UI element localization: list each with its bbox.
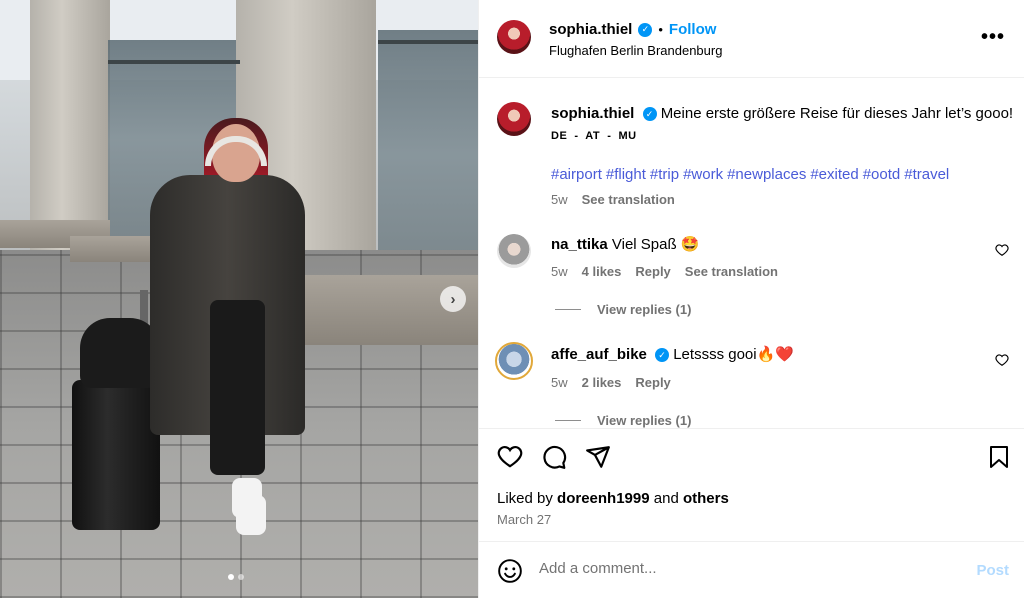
reply-button[interactable]: Reply <box>635 375 670 390</box>
hashtag-link[interactable]: #exited <box>810 166 858 183</box>
carousel-dots <box>228 574 244 580</box>
see-translation-link[interactable]: See translation <box>582 192 675 207</box>
shoe <box>236 495 266 535</box>
comment-text: Letssss gooi🔥❤️ <box>673 346 794 363</box>
comment-likes[interactable]: 2 likes <box>582 375 622 390</box>
view-replies-label: View replies (1) <box>597 413 692 428</box>
comment-age: 5w <box>551 375 568 390</box>
comment-author-avatar[interactable] <box>495 342 533 380</box>
caption-subline: DE - AT - MU <box>551 130 637 142</box>
comments-list[interactable]: sophia.thiel ✓ Meine erste größere Reise… <box>479 78 1024 428</box>
chevron-right-icon: › <box>450 290 456 308</box>
verified-badge-icon: ✓ <box>638 22 653 37</box>
caption-author-avatar[interactable] <box>497 102 531 136</box>
concrete-pillar <box>30 0 110 250</box>
carousel-dot <box>238 574 244 580</box>
view-replies-label: View replies (1) <box>597 302 692 317</box>
duffel-bag <box>80 318 160 388</box>
follow-button[interactable]: Follow <box>669 21 717 38</box>
liked-by-others[interactable]: others <box>683 490 729 507</box>
railing <box>108 60 240 64</box>
hashtag-link[interactable]: #travel <box>904 166 949 183</box>
comment-author-avatar[interactable] <box>497 234 531 268</box>
view-replies-button[interactable]: View replies (1) <box>555 413 1024 428</box>
reply-button[interactable]: Reply <box>635 264 670 279</box>
post-location[interactable]: Flughafen Berlin Brandenburg <box>549 43 722 58</box>
add-comment-bar: Post <box>479 541 1024 598</box>
hashtag-link[interactable]: #flight <box>606 166 646 183</box>
like-heart-icon[interactable] <box>497 444 523 470</box>
post-header: sophia.thiel ✓ • Follow Flughafen Berlin… <box>479 0 1024 78</box>
caption-author-username[interactable]: sophia.thiel <box>551 105 634 122</box>
post-comment-button[interactable]: Post <box>976 562 1009 579</box>
glass-facade <box>378 30 478 280</box>
hashtag-link[interactable]: #trip <box>650 166 679 183</box>
comment-text: Viel Spaß 🤩 <box>611 236 700 253</box>
view-replies-button[interactable]: View replies (1) <box>555 302 1024 317</box>
comment-input[interactable] <box>539 560 939 577</box>
carousel-next-button[interactable]: › <box>440 286 466 312</box>
comment-author-username[interactable]: affe_auf_bike <box>551 346 647 363</box>
like-comment-heart-icon[interactable] <box>995 243 1009 257</box>
verified-badge-icon: ✓ <box>655 348 670 363</box>
caption-text: Meine erste größere Reise für dieses Jah… <box>660 105 1014 122</box>
liked-by-prefix: Liked by <box>497 490 553 507</box>
comment-age: 5w <box>551 264 568 279</box>
like-comment-heart-icon[interactable] <box>995 353 1009 367</box>
save-bookmark-icon[interactable] <box>987 444 1011 470</box>
hashtag-link[interactable]: #ootd <box>863 166 901 183</box>
post-photo[interactable]: › <box>0 0 478 598</box>
railing <box>378 40 478 44</box>
see-translation-link[interactable]: See translation <box>685 264 778 279</box>
suitcase <box>72 380 160 530</box>
separator-dot: • <box>658 22 663 37</box>
author-avatar[interactable] <box>497 20 531 54</box>
comment-likes[interactable]: 4 likes <box>582 264 622 279</box>
hashtag-link[interactable]: #newplaces <box>727 166 806 183</box>
more-options-icon[interactable]: ••• <box>981 26 1005 49</box>
verified-badge-icon: ✓ <box>642 107 657 122</box>
post-date[interactable]: March 27 <box>497 512 551 527</box>
liked-by-and: and <box>653 490 679 507</box>
replies-line <box>555 420 581 421</box>
carousel-dot-active <box>228 574 234 580</box>
caption-hashtags: #airport #flight #trip #work #newplaces #exit… <box>551 166 1011 183</box>
caption-age: 5w <box>551 192 568 207</box>
author-username[interactable]: sophia.thiel <box>549 21 632 38</box>
hashtag-link[interactable]: #airport <box>551 166 602 183</box>
replies-line <box>555 309 581 310</box>
share-paper-plane-icon[interactable] <box>585 444 611 470</box>
liked-by: Liked by doreenh1999 and others <box>497 490 729 507</box>
post-actions: Liked by doreenh1999 and others March 27 <box>479 428 1024 541</box>
post-details-panel: sophia.thiel ✓ • Follow Flughafen Berlin… <box>478 0 1024 598</box>
hashtag-link[interactable]: #work <box>683 166 723 183</box>
comment-bubble-icon[interactable] <box>541 444 567 470</box>
comment-author-username[interactable]: na_ttika <box>551 236 608 253</box>
emoji-icon[interactable] <box>497 558 523 584</box>
liked-by-user[interactable]: doreenh1999 <box>557 490 650 507</box>
person-legs <box>210 300 265 475</box>
